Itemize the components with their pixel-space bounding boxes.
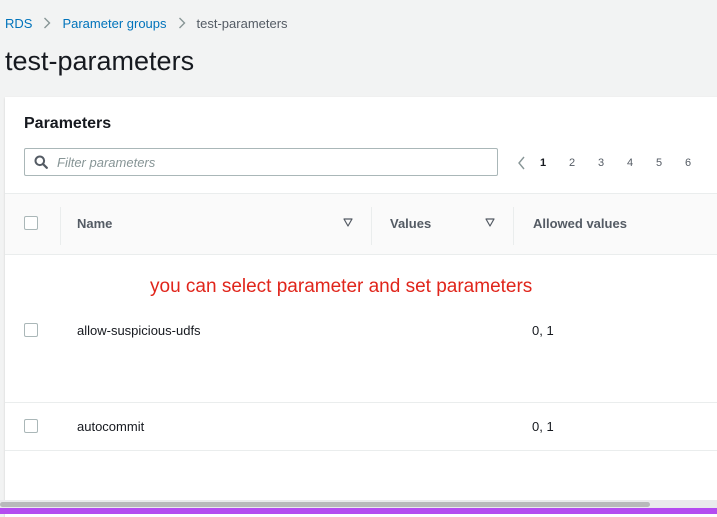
search-icon — [34, 155, 48, 169]
breadcrumb-parameter-groups-link[interactable]: Parameter groups — [62, 16, 166, 31]
parameter-name: allow-suspicious-udfs — [77, 323, 201, 338]
parameters-heading: Parameters — [24, 115, 112, 132]
page-title: test-parameters — [5, 46, 195, 76]
pagination: 1 2 3 4 5 6 — [517, 153, 714, 173]
page-5-button[interactable]: 5 — [656, 157, 685, 169]
sort-down-icon[interactable] — [485, 218, 495, 227]
row-checkbox[interactable] — [24, 323, 38, 337]
previous-page-icon[interactable] — [517, 156, 526, 170]
chevron-right-icon — [178, 17, 186, 29]
row-checkbox[interactable] — [24, 419, 38, 433]
row-divider — [5, 402, 717, 403]
scrollbar-thumb[interactable] — [0, 502, 650, 507]
filter-box[interactable] — [24, 148, 498, 176]
column-header-name[interactable]: Name — [77, 216, 112, 231]
table-header: Name Values Allowed values — [5, 193, 717, 255]
breadcrumb-rds-link[interactable]: RDS — [5, 16, 32, 31]
parameters-panel: Parameters 1 2 3 4 5 6 Name Values Allow… — [5, 97, 717, 517]
column-divider — [60, 207, 61, 245]
page-3-button[interactable]: 3 — [598, 157, 627, 169]
column-divider — [513, 207, 514, 245]
parameter-allowed-values: 0, 1 — [532, 419, 554, 434]
annotation-text: you can select parameter and set paramet… — [150, 276, 533, 297]
parameter-allowed-values: 0, 1 — [532, 323, 554, 338]
page-2-button[interactable]: 2 — [569, 157, 598, 169]
column-header-values[interactable]: Values — [390, 216, 431, 231]
column-divider — [371, 207, 372, 245]
row-divider — [5, 450, 717, 451]
page-6-button[interactable]: 6 — [685, 157, 714, 169]
bottom-accent-bar — [0, 508, 717, 514]
page-1-button[interactable]: 1 — [540, 157, 569, 169]
parameter-name: autocommit — [77, 419, 145, 434]
breadcrumb-current: test-parameters — [196, 15, 288, 31]
sort-down-icon[interactable] — [343, 218, 353, 227]
filter-parameters-input[interactable] — [57, 152, 487, 172]
column-header-allowed-values: Allowed values — [533, 216, 627, 231]
breadcrumb: RDS Parameter groups test-parameters — [5, 14, 288, 32]
page-4-button[interactable]: 4 — [627, 157, 656, 169]
select-all-checkbox[interactable] — [24, 216, 38, 230]
chevron-right-icon — [43, 17, 51, 29]
